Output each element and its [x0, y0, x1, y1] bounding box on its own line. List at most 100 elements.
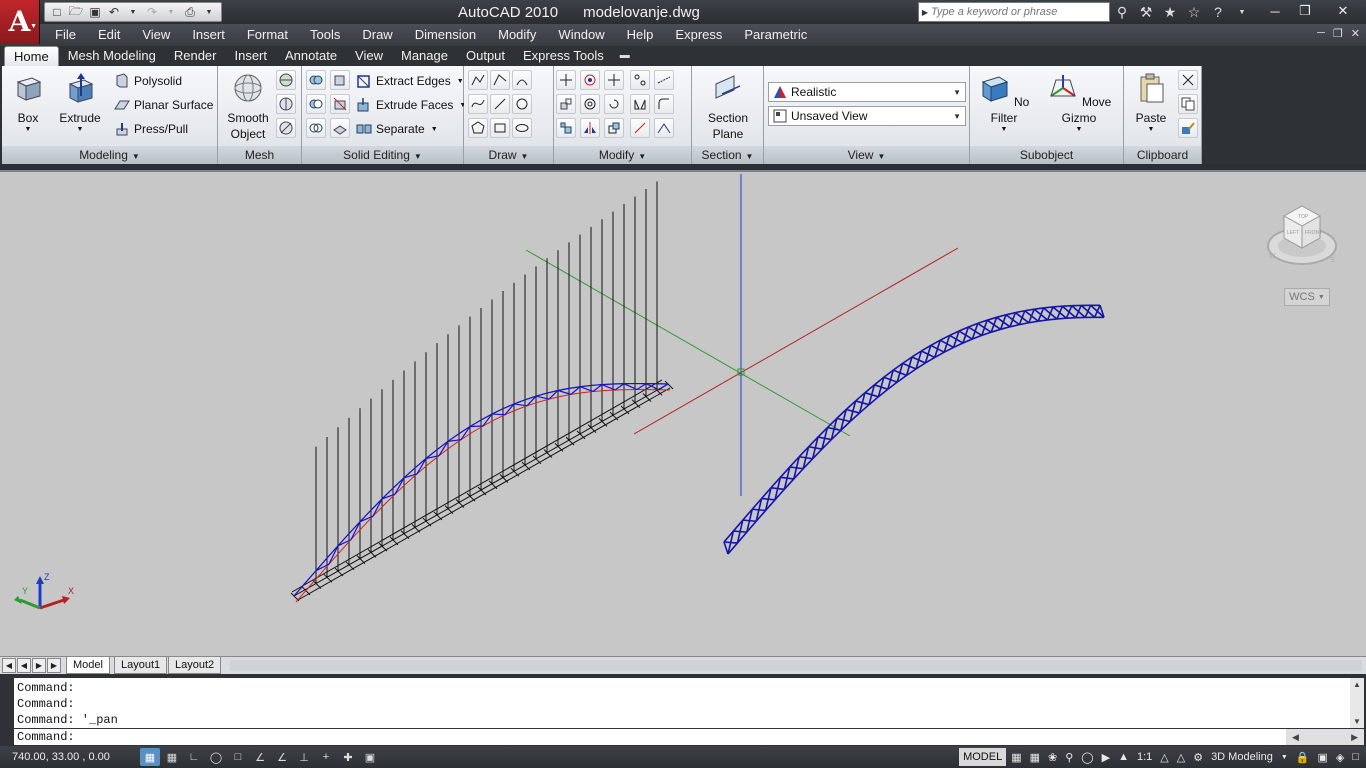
3d-move-button[interactable] [556, 70, 576, 90]
object-snap-icon[interactable]: □ [228, 748, 248, 766]
move-gizmo-button[interactable]: Move Gizmo ▼ [1042, 72, 1116, 134]
command-input[interactable]: Command: [14, 729, 1286, 745]
stretch-button[interactable] [630, 118, 650, 138]
quick-view-layouts-icon[interactable]: ▦ [1008, 748, 1024, 766]
application-menu-button[interactable]: A ▼ [0, 0, 40, 44]
slice-button[interactable] [330, 94, 350, 114]
redo-icon[interactable]: ↷ [143, 4, 161, 20]
no-filter-button[interactable]: No Filter ▼ [976, 72, 1032, 134]
tab-view[interactable]: View [346, 46, 392, 66]
extrude-button[interactable]: Extrude ▼ [56, 72, 104, 134]
copy-clip-button[interactable] [1178, 94, 1198, 114]
mirror-button[interactable] [630, 94, 650, 114]
edit-polyline-button[interactable] [654, 118, 674, 138]
drawing-viewport[interactable]: Z X Y TOP LEFT FRONT W S WCS ▼ [0, 170, 1366, 656]
polyline-button[interactable] [468, 70, 488, 90]
steering-wheel-icon[interactable]: ❀ [1045, 748, 1060, 766]
polygon-button[interactable] [468, 118, 488, 138]
tab-mesh-modeling[interactable]: Mesh Modeling [59, 46, 165, 66]
rotate-button[interactable] [604, 94, 624, 114]
thicken-button[interactable] [330, 118, 350, 138]
clipboard-panel-label[interactable]: Clipboard [1124, 146, 1201, 164]
polar-tracking-icon[interactable]: ◯ [206, 748, 226, 766]
helix-button[interactable] [512, 70, 532, 90]
view-panel-label[interactable]: View ▼ [764, 146, 969, 164]
menu-window[interactable]: Window [547, 27, 615, 42]
draw-panel-label[interactable]: Draw ▼ [464, 146, 553, 164]
union-button[interactable] [306, 70, 326, 90]
3d-polyline-button[interactable] [490, 70, 510, 90]
mesh-refine-button[interactable] [276, 70, 296, 90]
polysolid-button[interactable]: Polysolid [114, 70, 182, 92]
new-icon[interactable]: □ [48, 4, 66, 20]
doc-minimize-icon[interactable]: ─ [1317, 27, 1325, 40]
menu-draw[interactable]: Draw [351, 27, 403, 42]
press-pull-button[interactable]: Press/Pull [114, 118, 188, 140]
viewcube[interactable]: TOP LEFT FRONT W S [1266, 200, 1338, 272]
tab-layout1[interactable]: Layout1 [114, 657, 168, 674]
isolate-objects-icon[interactable]: ◈ [1333, 748, 1347, 766]
open-icon[interactable]: 🗁 [67, 4, 85, 20]
help-dropdown-icon[interactable]: ▼ [1232, 9, 1252, 16]
menu-modify[interactable]: Modify [487, 27, 547, 42]
workspace-name[interactable]: 3D Modeling [1208, 748, 1276, 766]
tab-layout2[interactable]: Layout2 [168, 657, 222, 674]
search-input[interactable] [931, 6, 1107, 18]
hardware-acceleration-icon[interactable]: ▣ [1314, 748, 1330, 766]
annotation-scale-value[interactable]: 1:1 [1134, 748, 1155, 766]
match-properties-button[interactable] [1178, 118, 1198, 138]
dynamic-input-icon[interactable]: + [316, 748, 336, 766]
auto-scale-icon[interactable]: △ [1174, 748, 1188, 766]
scroll-left-icon[interactable]: ◀ [1292, 732, 1299, 743]
3d-scale-button[interactable] [556, 118, 576, 138]
help-icon[interactable]: ? [1208, 4, 1228, 20]
ellipse-button[interactable] [512, 118, 532, 138]
modify-panel-label[interactable]: Modify ▼ [554, 146, 691, 164]
menu-view[interactable]: View [131, 27, 181, 42]
command-vertical-scrollbar[interactable]: ▲ ▼ [1350, 678, 1364, 728]
menu-help[interactable]: Help [616, 27, 665, 42]
quick-properties-icon[interactable]: ▣ [360, 748, 380, 766]
tab-output[interactable]: Output [457, 46, 514, 66]
menu-format[interactable]: Format [236, 27, 299, 42]
circle-button[interactable] [512, 94, 532, 114]
viewport-horizontal-scrollbar[interactable] [230, 660, 1362, 671]
model-space-toggle[interactable]: MODEL [959, 748, 1007, 766]
scroll-right-icon[interactable]: ▶ [1351, 732, 1358, 743]
menu-file[interactable]: File [44, 27, 87, 42]
wcs-menu[interactable]: WCS ▼ [1284, 288, 1330, 306]
clean-screen-icon[interactable]: □ [1349, 748, 1362, 766]
menu-edit[interactable]: Edit [87, 27, 131, 42]
line-button[interactable] [490, 94, 510, 114]
3d-object-snap-icon[interactable]: ∠ [250, 748, 270, 766]
intersect-button[interactable] [306, 118, 326, 138]
dynamic-ucs-icon[interactable]: ⊥ [294, 748, 314, 766]
grid-display-icon[interactable]: ▦ [162, 748, 182, 766]
menu-express[interactable]: Express [664, 27, 733, 42]
extract-edges-button[interactable]: Extract Edges ▼ [356, 70, 464, 92]
last-layout-icon[interactable]: ▶ [47, 658, 61, 673]
object-snap-tracking-icon[interactable]: ∠ [272, 748, 292, 766]
tab-express-tools[interactable]: Express Tools [514, 46, 613, 66]
favorites-star-icon[interactable]: ☆ [1184, 4, 1204, 21]
scale-button[interactable] [604, 118, 624, 138]
scroll-down-icon[interactable]: ▼ [1353, 717, 1361, 726]
close-icon[interactable]: ✕ [1320, 0, 1366, 22]
zoom-icon[interactable]: ⚲ [1062, 748, 1076, 766]
search-expand-icon[interactable]: ▶ [919, 8, 931, 17]
coordinate-display[interactable]: 740.00, 33.00 , 0.00 [12, 751, 110, 763]
extrude-faces-button[interactable]: Extrude Faces ▼ [356, 94, 466, 116]
redo-dropdown-icon[interactable]: ▼ [162, 4, 180, 20]
doc-close-icon[interactable]: ✕ [1351, 27, 1360, 40]
3d-align-button[interactable] [556, 94, 576, 114]
orbit-icon[interactable]: ◯ [1078, 748, 1096, 766]
section-plane-button[interactable]: Section Plane [702, 72, 754, 142]
first-layout-icon[interactable]: ◀ [2, 658, 16, 673]
planar-surface-button[interactable]: Planar Surface [114, 94, 213, 116]
annotation-visibility-icon[interactable]: △ [1157, 748, 1171, 766]
solid-editing-panel-label[interactable]: Solid Editing ▼ [302, 146, 463, 164]
mesh-crease-button[interactable] [276, 118, 296, 138]
mesh-smooth-more-button[interactable] [276, 94, 296, 114]
minimize-icon[interactable]: ─ [1260, 0, 1290, 22]
menu-dimension[interactable]: Dimension [404, 27, 487, 42]
